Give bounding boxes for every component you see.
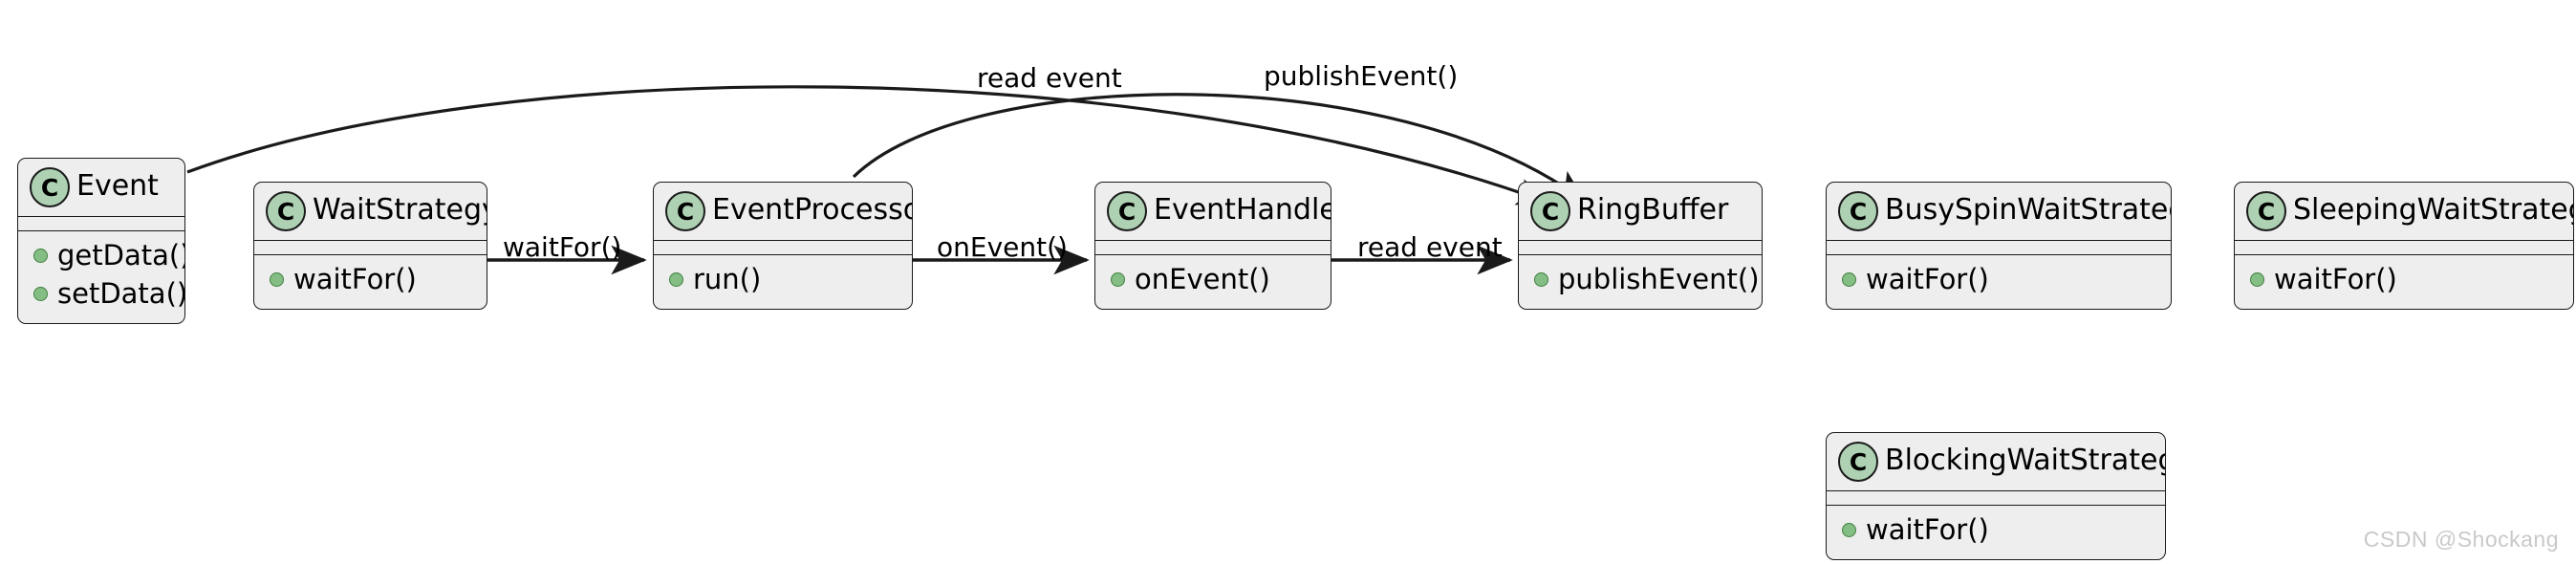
class-attributes-sleeping-wait-strategy <box>2235 241 2573 254</box>
class-box-event[interactable]: C Event getData() setData() <box>17 158 185 324</box>
member-visibility-icon <box>1842 522 1856 537</box>
class-methods-busy-spin-wait-strategy: waitFor() <box>1827 255 2171 309</box>
class-attributes-event-handler <box>1095 241 1331 254</box>
class-member[interactable]: getData() <box>33 237 184 273</box>
class-methods-wait-strategy: waitFor() <box>254 255 487 309</box>
member-visibility-icon <box>1111 271 1125 287</box>
class-member[interactable]: waitFor() <box>1842 511 2150 548</box>
member-label: setData() <box>57 276 185 310</box>
class-attributes-wait-strategy <box>254 241 487 254</box>
class-header-sleeping-wait-strategy: C SleepingWaitStrategy <box>2235 183 2573 240</box>
member-label: run() <box>693 262 762 295</box>
class-member[interactable]: publishEvent() <box>1534 261 1760 297</box>
class-box-ring-buffer[interactable]: C RingBuffer publishEvent() <box>1518 182 1763 310</box>
edge-label-publishevent: publishEvent() <box>1264 60 1459 92</box>
class-methods-blocking-wait-strategy: waitFor() <box>1827 506 2165 559</box>
member-label: waitFor() <box>2274 262 2397 295</box>
class-member[interactable]: waitFor() <box>1842 261 2155 297</box>
class-title-event-handler: EventHandler <box>1154 193 1331 227</box>
class-member[interactable]: setData() <box>33 275 184 312</box>
class-methods-event: getData() setData() <box>18 231 184 323</box>
class-header-wait-strategy: C WaitStrategy <box>254 183 487 240</box>
class-title-busy-spin-wait-strategy: BusySpinWaitStrategy <box>1885 193 2172 227</box>
class-member[interactable]: run() <box>669 261 897 297</box>
edge-label-onevent: onEvent() <box>937 231 1068 263</box>
member-visibility-icon <box>270 271 284 287</box>
class-box-event-handler[interactable]: C EventHandler onEvent() <box>1094 182 1331 310</box>
class-attributes-ring-buffer <box>1519 241 1762 254</box>
class-header-busy-spin-wait-strategy: C BusySpinWaitStrategy <box>1827 183 2171 240</box>
class-c-icon: C <box>1107 191 1147 231</box>
edge-label-waitfor: waitFor() <box>503 231 622 263</box>
class-title-sleeping-wait-strategy: SleepingWaitStrategy <box>2293 193 2574 227</box>
class-c-icon: C <box>1838 442 1878 482</box>
member-visibility-icon <box>669 271 683 287</box>
watermark: CSDN @Shockang <box>2363 527 2559 552</box>
class-c-icon: C <box>30 167 70 207</box>
member-visibility-icon <box>2250 271 2264 287</box>
class-box-blocking-wait-strategy[interactable]: C BlockingWaitStrategy waitFor() <box>1826 432 2166 560</box>
class-header-ring-buffer: C RingBuffer <box>1519 183 1762 240</box>
class-title-blocking-wait-strategy: BlockingWaitStrategy <box>1885 444 2166 477</box>
member-label: publishEvent() <box>1558 262 1760 295</box>
class-c-icon: C <box>1530 191 1570 231</box>
member-visibility-icon <box>33 248 48 263</box>
class-c-icon: C <box>266 191 306 231</box>
class-title-event-processor: EventProcessor <box>712 193 913 227</box>
class-c-icon: C <box>1838 191 1878 231</box>
uml-class-diagram: waitFor() onEvent() read event read even… <box>0 0 2576 564</box>
member-visibility-icon <box>33 286 48 301</box>
class-title-event: Event <box>76 169 159 203</box>
class-attributes-blocking-wait-strategy <box>1827 491 2165 505</box>
class-box-sleeping-wait-strategy[interactable]: C SleepingWaitStrategy waitFor() <box>2234 182 2574 310</box>
class-attributes-event <box>18 217 184 230</box>
class-box-busy-spin-wait-strategy[interactable]: C BusySpinWaitStrategy waitFor() <box>1826 182 2172 310</box>
class-methods-event-processor: run() <box>654 255 912 309</box>
class-c-icon: C <box>665 191 705 231</box>
class-member[interactable]: onEvent() <box>1111 261 1315 297</box>
member-label: waitFor() <box>1866 262 1989 295</box>
member-visibility-icon <box>1842 271 1856 287</box>
class-methods-sleeping-wait-strategy: waitFor() <box>2235 255 2573 309</box>
class-header-event-processor: C EventProcessor <box>654 183 912 240</box>
class-member[interactable]: waitFor() <box>270 261 471 297</box>
member-label: waitFor() <box>293 262 417 295</box>
class-title-wait-strategy: WaitStrategy <box>313 193 487 227</box>
edge-label-read-event: read event <box>1357 231 1503 263</box>
class-header-event: C Event <box>18 159 184 216</box>
class-member[interactable]: waitFor() <box>2250 261 2558 297</box>
class-methods-event-handler: onEvent() <box>1095 255 1331 309</box>
class-box-wait-strategy[interactable]: C WaitStrategy waitFor() <box>253 182 487 310</box>
member-label: waitFor() <box>1866 512 1989 546</box>
class-attributes-event-processor <box>654 241 912 254</box>
class-attributes-busy-spin-wait-strategy <box>1827 241 2171 254</box>
edge-label-read-event-curve: read event <box>977 62 1122 94</box>
class-c-icon: C <box>2246 191 2286 231</box>
member-label: getData() <box>57 238 185 271</box>
member-visibility-icon <box>1534 271 1548 287</box>
class-header-blocking-wait-strategy: C BlockingWaitStrategy <box>1827 433 2165 490</box>
class-methods-ring-buffer: publishEvent() <box>1519 255 1762 309</box>
class-box-event-processor[interactable]: C EventProcessor run() <box>653 182 913 310</box>
member-label: onEvent() <box>1135 262 1270 295</box>
class-title-ring-buffer: RingBuffer <box>1577 193 1729 227</box>
class-header-event-handler: C EventHandler <box>1095 183 1331 240</box>
